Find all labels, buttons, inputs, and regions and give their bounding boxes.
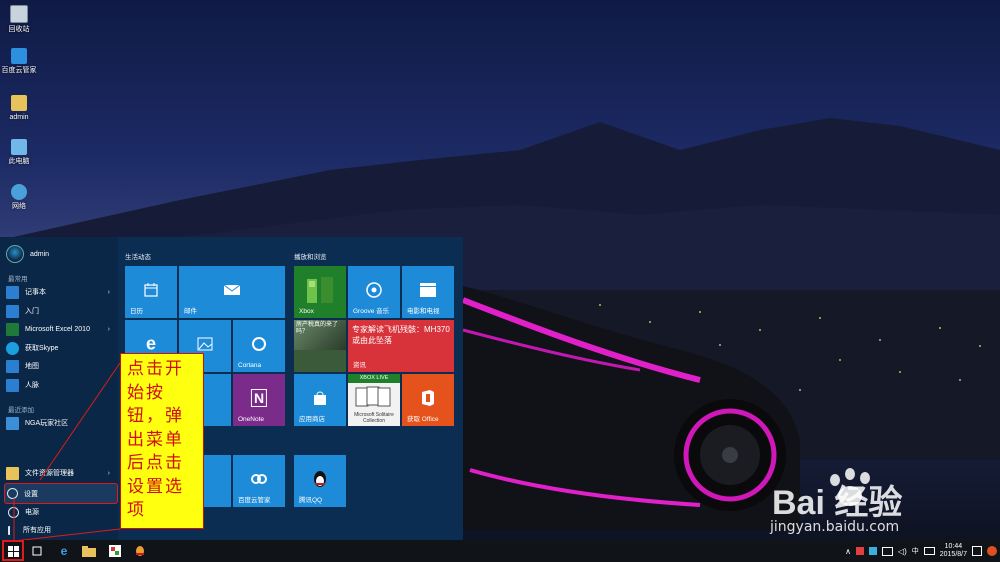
watermark-domain: jingyan.baidu.com	[770, 519, 900, 535]
instruction-text: 点击开始按钮，弹出菜单后点击设置选项	[127, 359, 184, 520]
system-tray: ∧ ◁) 中 10:44 2015/8/7	[845, 540, 1000, 562]
app-icon	[109, 545, 121, 557]
chevron-up-icon[interactable]: ∧	[845, 547, 851, 556]
task-view-icon	[32, 546, 42, 556]
keyboard-icon[interactable]	[923, 547, 935, 555]
taskbar-app-store[interactable]	[103, 540, 127, 562]
network-icon[interactable]	[881, 546, 893, 556]
qq-penguin-icon	[136, 546, 144, 556]
app-tray-icon[interactable]	[868, 547, 877, 555]
start-button-highlight	[2, 540, 24, 561]
action-center-icon[interactable]	[972, 546, 982, 556]
time: 10:44	[944, 543, 963, 550]
clock[interactable]: 10:44 2015/8/7	[940, 543, 967, 559]
task-view-button[interactable]	[25, 540, 49, 562]
taskbar: e ∧ ◁) 中 10:44 2015/8/7	[0, 540, 1000, 562]
folder-icon	[82, 545, 96, 557]
sogou-icon[interactable]	[987, 546, 997, 556]
taskbar-qq[interactable]	[128, 540, 152, 562]
edge-icon: e	[60, 544, 68, 558]
taskbar-edge[interactable]: e	[52, 540, 76, 562]
instruction-callout: 点击开始按钮，弹出菜单后点击设置选项	[120, 353, 204, 529]
watermark-brand: Bai 经验	[772, 483, 902, 522]
app-tray-icon[interactable]	[855, 547, 864, 555]
taskbar-file-explorer[interactable]	[77, 540, 101, 562]
ime-indicator[interactable]: 中	[912, 546, 919, 556]
date: 2015/8/7	[939, 551, 967, 558]
volume-icon[interactable]: ◁)	[898, 547, 907, 556]
